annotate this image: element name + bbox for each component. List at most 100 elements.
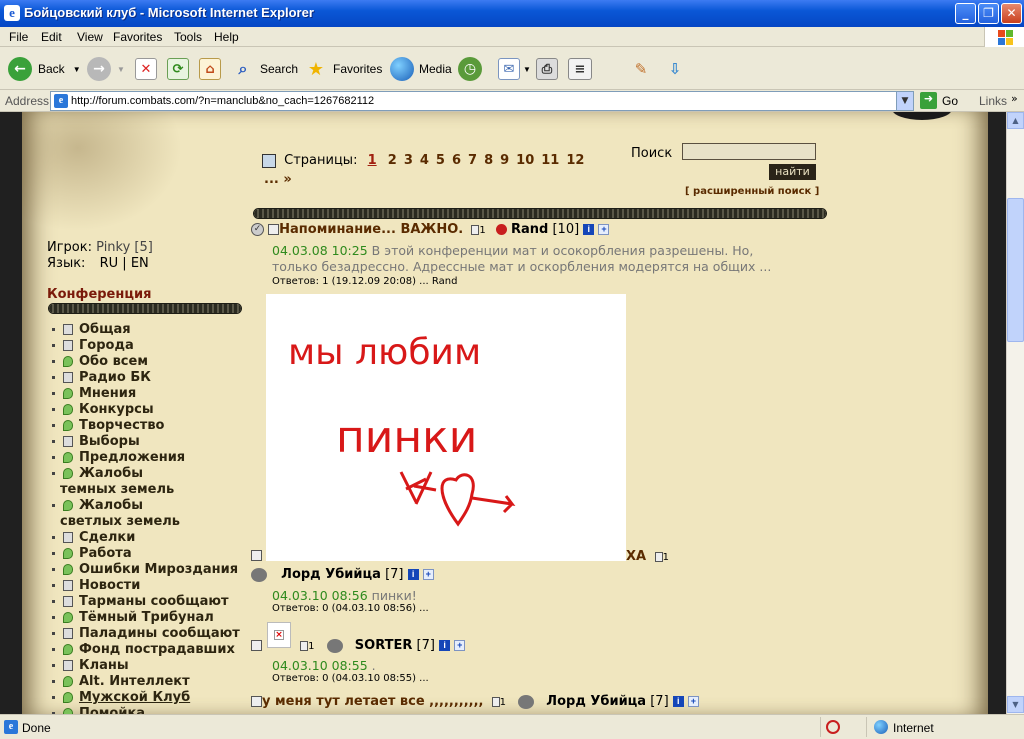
pager-more-link[interactable]: ... » bbox=[264, 172, 292, 187]
close-button[interactable]: ✕ bbox=[1001, 3, 1022, 24]
topic-author[interactable]: SORTER bbox=[355, 638, 413, 653]
sidebar-item-22[interactable]: Мужской Клуб bbox=[52, 690, 190, 705]
chevron-right-icon[interactable]: » bbox=[1011, 92, 1018, 105]
sidebar-item-8[interactable]: Выборы bbox=[52, 434, 140, 449]
sidebar-item-label[interactable]: Ошибки Мироздания bbox=[79, 562, 238, 577]
favorites-button[interactable]: ★ Favorites bbox=[305, 54, 382, 84]
sidebar-item-3[interactable]: Обо всем bbox=[52, 354, 148, 369]
sidebar-item-label[interactable]: Паладины сообщают bbox=[79, 626, 240, 641]
sidebar-item-20[interactable]: Кланы bbox=[52, 658, 129, 673]
page-link-10[interactable]: 10 bbox=[516, 153, 534, 168]
sidebar-item-11[interactable]: Жалобы bbox=[52, 498, 143, 513]
sidebar-item-14[interactable]: Ошибки Мироздания bbox=[52, 562, 238, 577]
info-icon[interactable]: i bbox=[672, 696, 684, 707]
sidebar-item-label[interactable]: Радио БК bbox=[79, 370, 151, 385]
sidebar-item-label[interactable]: Работа bbox=[79, 546, 132, 561]
research-button[interactable]: ⇩ bbox=[664, 54, 686, 84]
info-icon[interactable]: i bbox=[583, 224, 595, 235]
sidebar-item-18[interactable]: Паладины сообщают bbox=[52, 626, 240, 641]
print-button[interactable]: ⎙ bbox=[536, 54, 558, 84]
sidebar-item-label-line2[interactable]: темных земель bbox=[60, 482, 174, 497]
topic-title[interactable]: Напоминание... ВАЖНО. bbox=[279, 222, 463, 237]
sidebar-item-label[interactable]: Alt. Интеллект bbox=[79, 674, 190, 689]
sidebar-item-10[interactable]: Жалобы bbox=[52, 466, 143, 481]
sidebar-item-label[interactable]: Жалобы bbox=[79, 466, 143, 481]
page-current[interactable]: 1 bbox=[368, 153, 377, 168]
add-icon[interactable]: + bbox=[598, 224, 610, 235]
sidebar-item-label[interactable]: Кланы bbox=[79, 658, 129, 673]
sidebar-item-17[interactable]: Тёмный Трибунал bbox=[52, 610, 214, 625]
go-button[interactable]: ➜ Go bbox=[920, 92, 958, 109]
page-link-7[interactable]: 7 bbox=[468, 153, 477, 168]
vertical-scrollbar[interactable]: ▲ ▼ bbox=[1006, 112, 1024, 714]
address-dropdown-icon[interactable]: ▼ bbox=[896, 92, 913, 110]
info-icon[interactable]: i bbox=[407, 569, 419, 580]
home-button[interactable]: ⌂ bbox=[199, 54, 221, 84]
sidebar-item-21[interactable]: Alt. Интеллект bbox=[52, 674, 190, 689]
sidebar-item-label[interactable]: Мнения bbox=[79, 386, 136, 401]
page-link-9[interactable]: 9 bbox=[500, 153, 509, 168]
edit-button[interactable]: ≡ bbox=[568, 54, 592, 84]
scroll-down-icon[interactable]: ▼ bbox=[1007, 696, 1024, 713]
media-button[interactable]: Media bbox=[390, 54, 452, 84]
search-input[interactable] bbox=[682, 143, 816, 160]
stop-button[interactable]: ✕ bbox=[135, 54, 157, 84]
sidebar-item-15[interactable]: Новости bbox=[52, 578, 140, 593]
minimize-button[interactable]: _ bbox=[955, 3, 976, 24]
topic-author[interactable]: Rand bbox=[511, 222, 548, 237]
sidebar-item-label[interactable]: Фонд пострадавших bbox=[79, 642, 235, 657]
menu-file[interactable]: File bbox=[9, 30, 28, 44]
dropdown-icon[interactable]: ▼ bbox=[73, 65, 81, 74]
sidebar-item-9[interactable]: Предложения bbox=[52, 450, 185, 465]
topic-title[interactable]: ХА bbox=[626, 549, 646, 564]
links-button[interactable]: Links bbox=[979, 94, 1007, 108]
address-url[interactable]: http://forum.combats.com/?n=manclub&no_c… bbox=[71, 95, 374, 107]
page-link-12[interactable]: 12 bbox=[566, 153, 584, 168]
sidebar-item-7[interactable]: Творчество bbox=[52, 418, 164, 433]
sidebar-item-label[interactable]: Выборы bbox=[79, 434, 140, 449]
advanced-search-link[interactable]: [ расширенный поиск ] bbox=[685, 186, 819, 197]
sidebar-item-1[interactable]: Общая bbox=[52, 322, 131, 337]
page-link-2[interactable]: 2 bbox=[388, 153, 397, 168]
sidebar-item-16[interactable]: Тарманы сообщают bbox=[52, 594, 229, 609]
page-link-6[interactable]: 6 bbox=[452, 153, 461, 168]
menu-favorites[interactable]: Favorites bbox=[113, 30, 162, 44]
lang-en-link[interactable]: EN bbox=[131, 256, 149, 271]
menu-edit[interactable]: Edit bbox=[41, 30, 62, 44]
menu-help[interactable]: Help bbox=[214, 30, 239, 44]
refresh-button[interactable]: ⟳ bbox=[167, 54, 189, 84]
history-button[interactable]: ◷ bbox=[458, 54, 482, 84]
sidebar-item-4[interactable]: Радио БК bbox=[52, 370, 151, 385]
sidebar-item-label[interactable]: Творчество bbox=[79, 418, 164, 433]
search-button[interactable]: ⌕ Search bbox=[232, 54, 299, 84]
lang-ru-link[interactable]: RU bbox=[100, 256, 119, 271]
sidebar-item-label[interactable]: Тёмный Трибунал bbox=[79, 610, 214, 625]
sidebar-item-label[interactable]: Сделки bbox=[79, 530, 135, 545]
page-link-8[interactable]: 8 bbox=[484, 153, 493, 168]
sidebar-item-label[interactable]: Предложения bbox=[79, 450, 185, 465]
sidebar-item-5[interactable]: Мнения bbox=[52, 386, 136, 401]
add-icon[interactable]: + bbox=[687, 696, 699, 707]
maximize-button[interactable]: ❐ bbox=[978, 3, 999, 24]
sidebar-item-label-line2[interactable]: светлых земель bbox=[60, 514, 180, 529]
info-icon[interactable]: i bbox=[439, 640, 451, 651]
page-link-11[interactable]: 11 bbox=[541, 153, 559, 168]
mail-button[interactable]: ✉ ▼ bbox=[498, 54, 531, 84]
back-button[interactable]: ← Back ▼ bbox=[8, 54, 81, 84]
add-icon[interactable]: + bbox=[422, 569, 434, 580]
sidebar-item-label[interactable]: Тарманы сообщают bbox=[79, 594, 229, 609]
messenger-button[interactable]: ✎ bbox=[630, 54, 652, 84]
sidebar-item-6[interactable]: Конкурсы bbox=[52, 402, 154, 417]
scroll-up-icon[interactable]: ▲ bbox=[1007, 112, 1024, 129]
address-input[interactable]: e http://forum.combats.com/?n=manclub&no… bbox=[50, 91, 914, 111]
search-submit-button[interactable]: найти bbox=[769, 164, 816, 180]
sidebar-item-19[interactable]: Фонд пострадавших bbox=[52, 642, 235, 657]
sidebar-item-13[interactable]: Работа bbox=[52, 546, 132, 561]
sidebar-item-label[interactable]: Жалобы bbox=[79, 498, 143, 513]
scroll-thumb[interactable] bbox=[1007, 198, 1024, 342]
sidebar-item-label[interactable]: Города bbox=[79, 338, 134, 353]
sidebar-item-2[interactable]: Города bbox=[52, 338, 134, 353]
sidebar-item-label[interactable]: Новости bbox=[79, 578, 140, 593]
sidebar-item-12[interactable]: Сделки bbox=[52, 530, 135, 545]
page-link-4[interactable]: 4 bbox=[420, 153, 429, 168]
